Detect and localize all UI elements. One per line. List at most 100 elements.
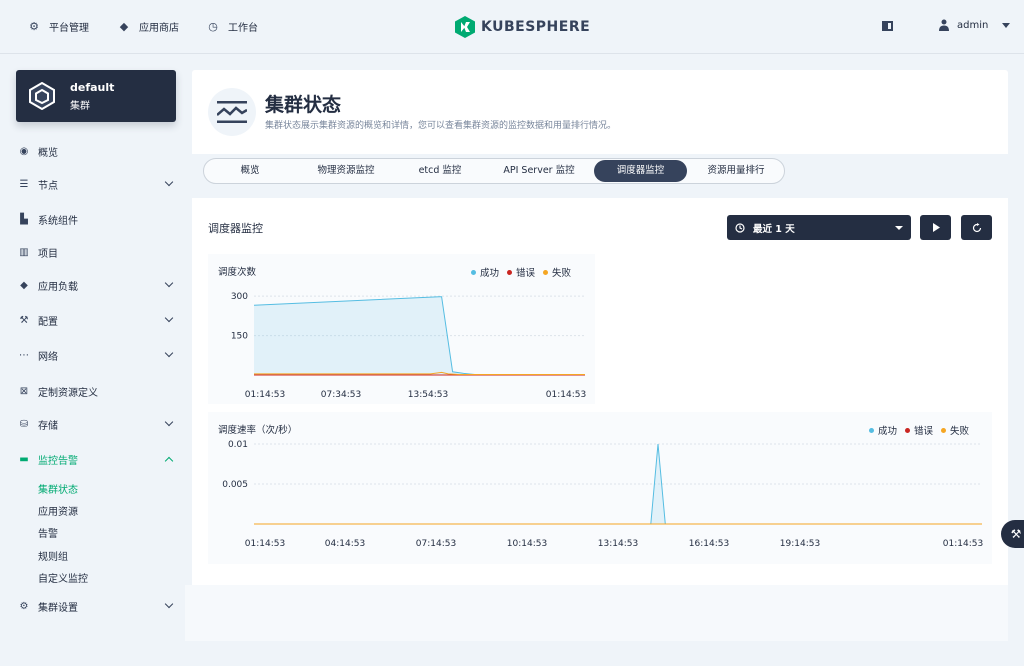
logo-text: KUBESPHERE xyxy=(481,19,591,35)
cluster-name: default xyxy=(70,80,115,94)
sidebar-item-label: 监控告警 xyxy=(38,455,78,467)
tab-api-server[interactable]: API Server 监控 xyxy=(486,160,592,182)
tab-group: 概览 物理资源监控 etcd 监控 API Server 监控 调度器监控 资源… xyxy=(203,158,785,184)
sidebar-item-workloads[interactable]: ◆ 应用负载 xyxy=(18,275,176,295)
crd-icon: ⊠ xyxy=(19,385,29,397)
tab-resource-ranking[interactable]: 资源用量排行 xyxy=(690,160,782,182)
sidebar-item-projects[interactable]: ▥ 项目 xyxy=(18,242,176,262)
time-range-select[interactable]: 最近 1 天 xyxy=(727,215,911,240)
sidebar-item-cluster-settings[interactable]: ⚙ 集群设置 xyxy=(18,596,176,616)
clock-icon xyxy=(735,222,745,233)
tab-etcd[interactable]: etcd 监控 xyxy=(397,160,483,182)
kubesphere-logo-icon xyxy=(455,16,475,38)
sidebar-item-label: 概览 xyxy=(38,147,58,159)
x-tick-label: 16:14:53 xyxy=(689,539,729,549)
y-tick-label: 150 xyxy=(231,332,248,342)
tab-overview[interactable]: 概览 xyxy=(205,160,295,182)
workload-icon: ◆ xyxy=(20,279,28,291)
chevron-down-icon xyxy=(164,177,174,187)
time-range-value: 最近 1 天 xyxy=(753,223,795,235)
tabs-bar: 概览 物理资源监控 etcd 监控 API Server 监控 调度器监控 资源… xyxy=(192,154,1008,190)
nav-workbench[interactable]: ◷ 工作台 xyxy=(206,19,258,34)
refresh-button[interactable] xyxy=(961,215,992,240)
sidebar-item-label: 应用负载 xyxy=(38,281,78,293)
chevron-down-icon xyxy=(164,417,174,427)
x-tick-label: 01:14:53 xyxy=(943,539,983,549)
footer-area xyxy=(185,585,1008,641)
cube-icon: ◆ xyxy=(119,20,129,33)
hammer-icon: ⚒ xyxy=(1010,527,1022,541)
sidebar-item-storage[interactable]: ⛁ 存储 xyxy=(18,414,176,434)
x-tick-label: 01:14:53 xyxy=(546,390,586,400)
x-tick-label: 04:14:53 xyxy=(325,539,365,549)
section-title: 调度器监控 xyxy=(208,222,263,235)
sidebar-item-label: 集群设置 xyxy=(38,602,78,614)
sidebar-item-network[interactable]: ⋯ 网络 xyxy=(18,345,176,365)
refresh-icon xyxy=(972,222,981,232)
sidebar-item-label: 项目 xyxy=(38,248,58,260)
settings-icon: ⚙ xyxy=(19,600,29,612)
sidebar-item-nodes[interactable]: ☰ 节点 xyxy=(18,174,176,194)
sidebar-item-config[interactable]: ⚒ 配置 xyxy=(18,310,176,330)
storage-icon: ⛁ xyxy=(19,418,29,430)
x-tick-label: 13:14:53 xyxy=(598,539,638,549)
top-navbar: ⚙ 平台管理 ◆ 应用商店 ◷ 工作台 KUBESPHERE admin xyxy=(0,0,1024,54)
x-tick-label: 07:34:53 xyxy=(321,390,361,400)
wrench-icon: ⚒ xyxy=(19,314,29,326)
sidebar-subitem-alerts[interactable]: 告警 xyxy=(38,525,58,540)
nav-platform-management[interactable]: ⚙ 平台管理 xyxy=(27,19,89,34)
x-tick-label: 07:14:53 xyxy=(416,539,456,549)
sidebar-subitem-rule-groups[interactable]: 规则组 xyxy=(38,548,68,563)
monitor-icon: ▬ xyxy=(19,453,29,465)
sidebar-subitem-app-resources[interactable]: 应用资源 xyxy=(38,503,78,518)
schedule-rate-chart: 调度速率（次/秒） 成功 错误 失败 0.01 0.005 01:14:53 04:1… xyxy=(208,412,992,564)
user-menu[interactable]: admin xyxy=(939,19,1011,31)
nav-app-store[interactable]: ◆ 应用商店 xyxy=(117,19,179,34)
sidebar-item-label: 定制资源定义 xyxy=(38,387,98,399)
docs-icon[interactable] xyxy=(882,21,893,31)
overview-icon: ◉ xyxy=(19,145,29,157)
username: admin xyxy=(957,19,989,31)
nav-label: 应用商店 xyxy=(139,23,179,34)
nav-label: 平台管理 xyxy=(49,23,89,34)
page-header: 集群状态 集群状态展示集群资源的概览和详情，您可以查看集群资源的监控数据和用量排… xyxy=(192,70,1008,154)
scheduler-monitor-panel: 调度器监控 最近 1 天 调度次数 成功 错误 失败 300 150 01:14:5… xyxy=(192,198,1008,585)
chevron-up-icon xyxy=(164,456,174,466)
schedule-rate-plot: 0.01 0.005 01:14:53 04:14:53 07:14:53 10:14:5… xyxy=(222,440,983,549)
gear-icon: ⚙ xyxy=(29,20,39,33)
sidebar-subitem-cluster-status[interactable]: 集群状态 xyxy=(38,481,78,496)
tab-scheduler[interactable]: 调度器监控 xyxy=(594,160,687,182)
cluster-type-label: 集群 xyxy=(70,100,90,112)
y-tick-label: 0.005 xyxy=(222,480,248,490)
chevron-down-icon xyxy=(895,226,903,230)
chevron-down-icon xyxy=(164,599,174,609)
play-icon xyxy=(932,223,940,232)
sidebar-item-overview[interactable]: ◉ 概览 xyxy=(18,141,176,161)
x-tick-label: 01:14:53 xyxy=(245,539,285,549)
nodes-icon: ☰ xyxy=(19,178,29,190)
clock-icon: ◷ xyxy=(208,20,218,33)
chevron-down-icon xyxy=(164,313,174,323)
page-description: 集群状态展示集群资源的概览和详情，您可以查看集群资源的监控数据和用量排行情况。 xyxy=(265,121,617,131)
sidebar-subitem-custom-monitoring[interactable]: 自定义监控 xyxy=(38,570,88,585)
cluster-selector[interactable]: default 集群 xyxy=(16,70,176,122)
sidebar-item-system-components[interactable]: ▙ 系统组件 xyxy=(18,209,176,229)
components-icon: ▙ xyxy=(20,213,28,225)
sidebar-item-crd[interactable]: ⊠ 定制资源定义 xyxy=(18,381,176,401)
sidebar-item-label: 存储 xyxy=(38,420,58,432)
sidebar-item-label: 系统组件 xyxy=(38,215,78,227)
sidebar-item-monitoring[interactable]: ▬ 监控告警 xyxy=(18,449,176,469)
kubesphere-logo[interactable]: KUBESPHERE xyxy=(455,16,590,38)
schedule-count-chart: 调度次数 成功 错误 失败 300 150 01:14:53 07:34:53 13:5… xyxy=(208,254,595,404)
sidebar-item-label: 网络 xyxy=(38,351,58,363)
play-button[interactable] xyxy=(920,215,951,240)
tab-physical-resources[interactable]: 物理资源监控 xyxy=(298,160,394,182)
toolbox-button[interactable]: ⚒ xyxy=(1001,520,1024,548)
x-tick-label: 13:54:53 xyxy=(408,390,448,400)
y-tick-label: 300 xyxy=(231,292,248,302)
user-icon xyxy=(939,19,949,31)
sidebar-item-label: 节点 xyxy=(38,180,58,192)
nav-label: 工作台 xyxy=(228,23,258,34)
page-title: 集群状态 xyxy=(265,94,342,116)
schedule-count-plot: 300 150 01:14:53 07:34:53 13:54:53 01:14:53 xyxy=(231,292,586,400)
